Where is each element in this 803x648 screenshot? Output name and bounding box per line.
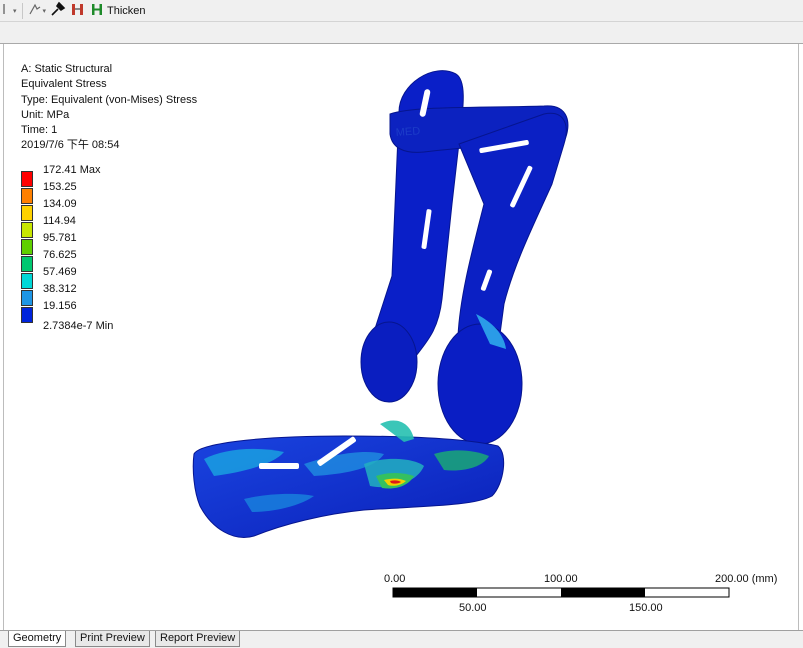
toolbar-strip — [0, 22, 803, 44]
split-icon — [70, 1, 86, 20]
edge-select-icon — [2, 2, 12, 19]
orthosis-model[interactable]: MED — [4, 44, 799, 630]
toolbar-separator — [21, 2, 23, 19]
thicken-button[interactable]: Thicken — [88, 1, 148, 21]
chevron-down-icon: ▾ — [42, 7, 47, 15]
pin-button[interactable] — [48, 1, 68, 21]
scale-label-top: 200.00 (mm) — [715, 573, 778, 585]
toolbar: ▾ ▾ Thicken — [0, 0, 803, 22]
tab-geometry[interactable]: Geometry — [8, 631, 67, 647]
line-select-icon — [28, 2, 42, 19]
chevron-down-icon: ▾ — [13, 7, 17, 15]
model-label: MED — [395, 125, 420, 139]
bottom-tab-bar: Geometry Print Preview Report Preview — [0, 630, 803, 648]
tab-report-preview[interactable]: Report Preview — [155, 631, 241, 647]
line-select-button[interactable]: ▾ — [26, 1, 49, 21]
edge-select-button[interactable]: ▾ — [0, 1, 19, 21]
scale-label-bottom: 50.00 — [459, 602, 487, 614]
scale-label-top: 0.00 — [384, 573, 406, 585]
thicken-label: Thicken — [107, 4, 146, 17]
scale-bar: 0.00 100.00 200.00 (mm) 50.00 150.00 — [384, 571, 777, 630]
scale-bar-graphic — [392, 587, 730, 598]
thicken-icon — [90, 2, 104, 19]
scale-label-bottom: 150.00 — [629, 602, 663, 614]
tab-print-preview[interactable]: Print Preview — [75, 631, 150, 647]
scale-label-top: 100.00 — [544, 573, 578, 585]
split-button[interactable] — [68, 1, 88, 21]
pin-icon — [50, 1, 66, 20]
graphics-viewport[interactable]: A: Static Structural Equivalent Stress T… — [3, 44, 799, 630]
